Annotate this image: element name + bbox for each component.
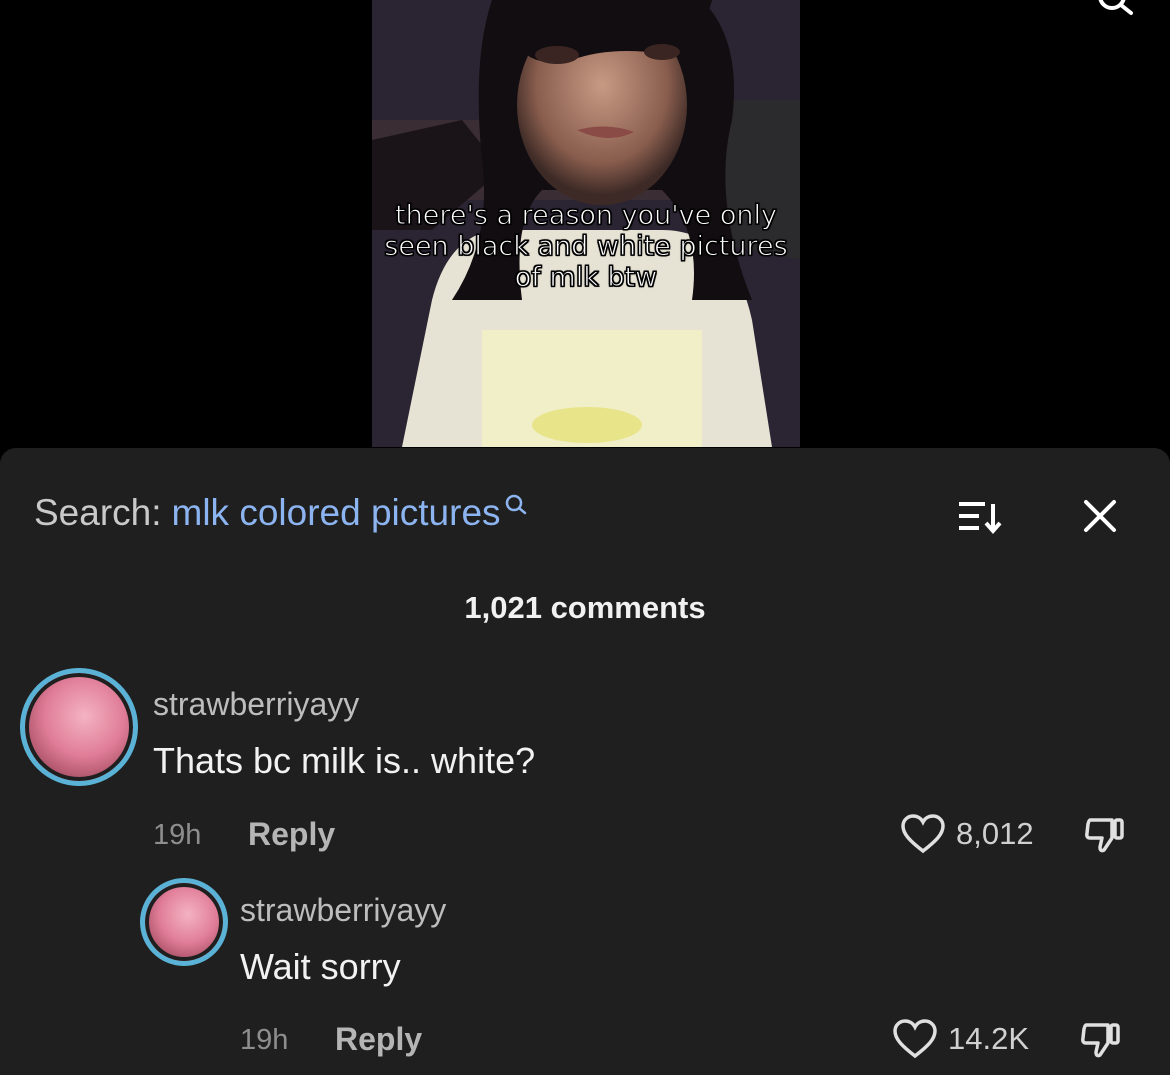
search-icon: [505, 494, 526, 515]
like-count: 14.2K: [948, 1021, 1030, 1056]
comment-time: 19h: [153, 819, 202, 851]
search-query-link[interactable]: mlk colored pictures: [172, 492, 501, 534]
thumbs-down-icon[interactable]: [1082, 816, 1128, 856]
comment-text: Wait sorry: [240, 946, 401, 987]
reply-comment-item: strawberriyayy Wait sorry 19h Reply 14.2…: [0, 876, 1170, 1066]
heart-icon: [893, 1019, 937, 1059]
video-caption: there's a reason you've only seen black …: [384, 200, 788, 294]
thumbs-down-icon[interactable]: [1078, 1021, 1124, 1061]
like-count: 8,012: [956, 816, 1034, 851]
close-icon[interactable]: [1080, 496, 1120, 536]
search-icon[interactable]: [1094, 0, 1134, 26]
comment-username[interactable]: strawberriyayy: [153, 686, 359, 723]
comment-count: 1,021 comments: [464, 590, 706, 625]
sort-icon[interactable]: [955, 496, 1003, 536]
video-frame[interactable]: there's a reason you've only seen black …: [372, 0, 800, 447]
comment-time: 19h: [240, 1024, 289, 1056]
avatar[interactable]: [140, 878, 228, 966]
video-area[interactable]: there's a reason you've only seen black …: [0, 0, 1170, 460]
search-label: Search:: [34, 492, 162, 533]
search-suggestion[interactable]: Search: mlk colored pictures: [34, 488, 529, 538]
comment-item: strawberriyayy Thats bc milk is.. white?…: [0, 666, 1170, 856]
comment-username[interactable]: strawberriyayy: [240, 892, 446, 929]
comment-text: Thats bc milk is.. white?: [153, 740, 536, 781]
like-button[interactable]: 8,012: [900, 814, 1034, 854]
comments-sheet: Search: mlk colored pictures 1,021 comme…: [0, 448, 1170, 1075]
reply-button[interactable]: Reply: [335, 1021, 422, 1058]
reply-button[interactable]: Reply: [248, 816, 335, 853]
heart-icon: [901, 814, 945, 854]
avatar[interactable]: [20, 668, 138, 786]
like-button[interactable]: 14.2K: [892, 1019, 1029, 1059]
